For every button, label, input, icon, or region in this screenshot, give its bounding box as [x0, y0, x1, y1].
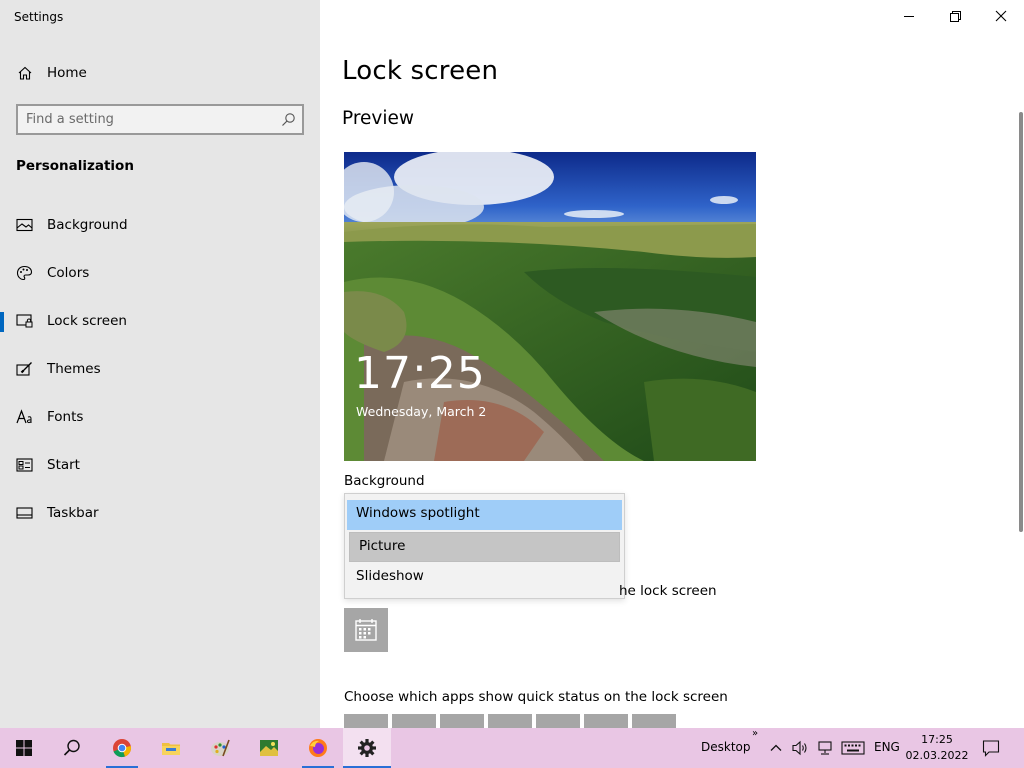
- taskbar-firefox[interactable]: [294, 728, 342, 768]
- language-indicator[interactable]: ENG: [874, 740, 900, 754]
- sidebar-item-lock-screen[interactable]: Lock screen: [0, 301, 320, 341]
- palette-icon: [16, 265, 33, 281]
- search-icon: [63, 739, 80, 756]
- font-icon: [16, 409, 32, 424]
- brush-icon: [16, 362, 32, 376]
- chrome-icon: [113, 739, 132, 758]
- paint-palette-icon: [211, 739, 230, 757]
- restore-button[interactable]: [932, 0, 978, 32]
- windows-logo-icon: [16, 740, 32, 756]
- taskbar-clock[interactable]: 17:25 02.03.2022: [900, 732, 974, 764]
- lock-screen-icon: [16, 314, 33, 328]
- minimize-button[interactable]: [886, 0, 932, 32]
- sidebar-item-label: Start: [47, 457, 80, 473]
- taskbar: Desktop » ENG 17:25 02.03.2022: [0, 728, 1024, 768]
- option-picture[interactable]: Picture: [349, 532, 620, 562]
- taskbar-search-button[interactable]: [48, 728, 96, 768]
- background-label: Background: [344, 473, 425, 489]
- toolbar-expand-icon[interactable]: »: [752, 728, 758, 739]
- quick-status-app-button[interactable]: [392, 714, 436, 728]
- clock-time: 17:25: [921, 733, 953, 746]
- minimize-icon: [904, 16, 914, 17]
- window-title: Settings: [14, 10, 64, 24]
- sidebar: Settings Home Personalization Background…: [0, 0, 320, 728]
- preview-date: Wednesday, March 2: [356, 404, 487, 419]
- calendar-icon: [355, 619, 377, 641]
- page-title: Lock screen: [342, 56, 499, 86]
- section-title: Personalization: [16, 158, 134, 174]
- photo-app-icon: [260, 740, 278, 756]
- background-dropdown[interactable]: Windows spotlight Picture Slideshow: [344, 493, 625, 599]
- sidebar-item-label: Background: [47, 217, 128, 233]
- taskbar-chrome[interactable]: [98, 728, 146, 768]
- sidebar-item-home[interactable]: Home: [0, 56, 320, 90]
- detailed-status-label: he lock screen: [619, 583, 717, 599]
- folder-icon: [162, 743, 180, 755]
- sidebar-item-background[interactable]: Background: [0, 205, 320, 245]
- restore-icon: [950, 11, 961, 22]
- taskbar-settings[interactable]: [343, 728, 391, 768]
- selection-marker: [0, 312, 4, 332]
- quick-status-app-button[interactable]: [488, 714, 532, 728]
- detailed-status-app-button[interactable]: [344, 608, 388, 652]
- scrollbar-thumb[interactable]: [1019, 112, 1023, 532]
- close-icon: [995, 10, 1007, 22]
- sidebar-home-label: Home: [47, 65, 87, 81]
- taskbar-file-explorer[interactable]: [147, 728, 195, 768]
- quick-status-app-button[interactable]: [440, 714, 484, 728]
- chevron-up-icon[interactable]: [769, 741, 783, 755]
- main-content: Lock screen Preview 17:25 Wednesday, Mar…: [320, 0, 1024, 728]
- taskbar-paint[interactable]: [196, 728, 244, 768]
- network-icon[interactable]: [817, 740, 835, 756]
- close-button[interactable]: [978, 0, 1024, 32]
- quick-status-app-button[interactable]: [344, 714, 388, 728]
- home-icon: [18, 66, 32, 80]
- sidebar-item-label: Taskbar: [47, 505, 99, 521]
- search-icon[interactable]: [281, 112, 296, 127]
- sidebar-item-start[interactable]: Start: [0, 445, 320, 485]
- desktop-toolbar-label[interactable]: Desktop: [701, 740, 751, 754]
- start-icon: [16, 458, 33, 472]
- clock-date: 02.03.2022: [905, 749, 969, 762]
- option-windows-spotlight[interactable]: Windows spotlight: [347, 500, 622, 530]
- sidebar-item-taskbar[interactable]: Taskbar: [0, 493, 320, 533]
- image-icon: [16, 218, 33, 232]
- sidebar-item-label: Lock screen: [47, 313, 127, 329]
- taskbar-icon: [16, 507, 33, 519]
- lock-screen-preview: 17:25 Wednesday, March 2: [344, 152, 756, 461]
- quick-status-app-button[interactable]: [536, 714, 580, 728]
- search-input[interactable]: [26, 110, 274, 129]
- start-button[interactable]: [0, 728, 48, 768]
- sidebar-item-label: Themes: [47, 361, 101, 377]
- keyboard-icon[interactable]: [841, 741, 865, 755]
- sidebar-item-themes[interactable]: Themes: [0, 349, 320, 389]
- quick-status-app-button[interactable]: [632, 714, 676, 728]
- sidebar-item-label: Fonts: [47, 409, 84, 425]
- search-box[interactable]: [16, 104, 304, 135]
- quick-status-label: Choose which apps show quick status on t…: [344, 689, 728, 705]
- notifications-icon[interactable]: [982, 739, 1000, 757]
- preview-time: 17:25: [354, 348, 486, 399]
- volume-icon[interactable]: [792, 740, 810, 756]
- quick-status-app-button[interactable]: [584, 714, 628, 728]
- taskbar-photo-app[interactable]: [245, 728, 293, 768]
- sidebar-item-fonts[interactable]: Fonts: [0, 397, 320, 437]
- option-slideshow[interactable]: Slideshow: [347, 563, 622, 593]
- preview-heading: Preview: [342, 108, 415, 129]
- sidebar-item-label: Colors: [47, 265, 90, 281]
- gear-icon: [358, 739, 376, 757]
- firefox-icon: [309, 739, 327, 757]
- sidebar-item-colors[interactable]: Colors: [0, 253, 320, 293]
